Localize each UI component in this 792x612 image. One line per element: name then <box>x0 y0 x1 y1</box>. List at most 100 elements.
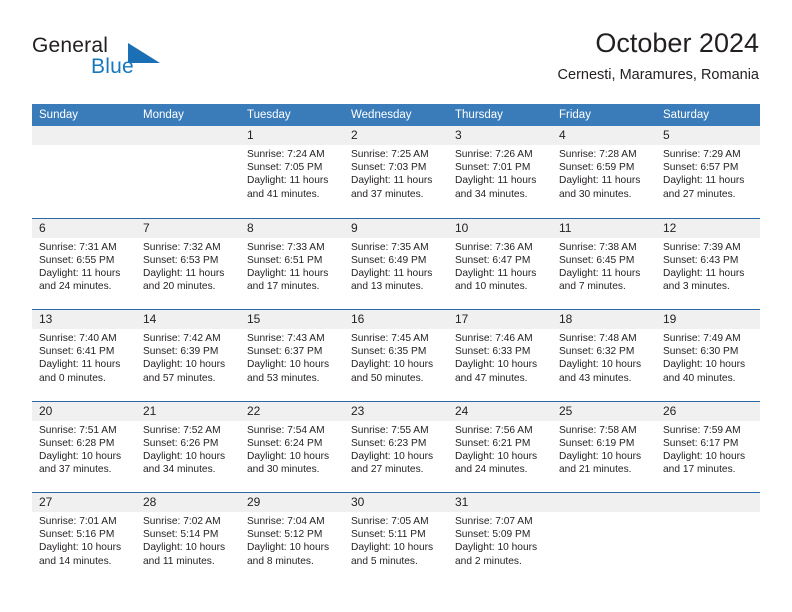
day-cell[interactable]: 3 Sunrise: 7:26 AM Sunset: 7:01 PM Dayli… <box>448 126 552 218</box>
day-number-band: 19 <box>656 310 760 329</box>
daylight-text-line1: Daylight: 10 hours <box>663 359 746 371</box>
day-info: Sunrise: 7:40 AM Sunset: 6:41 PM Dayligh… <box>32 329 136 385</box>
day-number-band: 27 <box>32 493 136 512</box>
day-number: 17 <box>455 312 469 326</box>
day-number-band: 21 <box>136 401 240 421</box>
daylight-text-line2: and 11 minutes. <box>143 555 215 567</box>
daylight-text-line2: and 21 minutes. <box>559 464 632 476</box>
sunset-text: Sunset: 5:09 PM <box>455 529 531 541</box>
day-cell[interactable]: 29 Sunrise: 7:04 AM Sunset: 5:12 PM Dayl… <box>240 493 344 584</box>
sunrise-text: Sunrise: 7:58 AM <box>559 424 637 436</box>
day-cell[interactable]: 5 Sunrise: 7:29 AM Sunset: 6:57 PM Dayli… <box>656 126 760 218</box>
daylight-text-line1: Daylight: 11 hours <box>559 267 641 279</box>
day-info: Sunrise: 7:28 AM Sunset: 6:59 PM Dayligh… <box>552 145 656 201</box>
day-cell[interactable]: 28 Sunrise: 7:02 AM Sunset: 5:14 PM Dayl… <box>136 493 240 584</box>
daylight-text-line1: Daylight: 10 hours <box>247 450 330 462</box>
day-cell[interactable]: 19 Sunrise: 7:49 AM Sunset: 6:30 PM Dayl… <box>656 310 760 401</box>
sunset-text: Sunset: 6:26 PM <box>143 437 219 449</box>
day-cell[interactable]: 1 Sunrise: 7:24 AM Sunset: 7:05 PM Dayli… <box>240 126 344 218</box>
day-cell[interactable]: 10 Sunrise: 7:36 AM Sunset: 6:47 PM Dayl… <box>448 218 552 309</box>
day-cell[interactable]: 9 Sunrise: 7:35 AM Sunset: 6:49 PM Dayli… <box>344 218 448 309</box>
daylight-text-line1: Daylight: 11 hours <box>143 267 225 279</box>
day-info: Sunrise: 7:58 AM Sunset: 6:19 PM Dayligh… <box>552 421 656 477</box>
sunset-text: Sunset: 6:35 PM <box>351 346 427 358</box>
daylight-text-line2: and 53 minutes. <box>247 372 320 384</box>
sunset-text: Sunset: 6:41 PM <box>39 346 115 358</box>
weekday-header-sunday: Sunday <box>39 109 79 121</box>
day-cell[interactable]: 11 Sunrise: 7:38 AM Sunset: 6:45 PM Dayl… <box>552 218 656 309</box>
weekday-header-friday: Friday <box>559 109 591 121</box>
daylight-text-line2: and 20 minutes. <box>143 281 216 293</box>
day-cell[interactable]: 12 Sunrise: 7:39 AM Sunset: 6:43 PM Dayl… <box>656 218 760 309</box>
day-number-band: 15 <box>240 310 344 329</box>
day-cell[interactable]: 23 Sunrise: 7:55 AM Sunset: 6:23 PM Dayl… <box>344 401 448 492</box>
day-info: Sunrise: 7:43 AM Sunset: 6:37 PM Dayligh… <box>240 329 344 385</box>
day-info: Sunrise: 7:26 AM Sunset: 7:01 PM Dayligh… <box>448 145 552 201</box>
sunset-text: Sunset: 6:45 PM <box>559 254 635 266</box>
sunrise-text: Sunrise: 7:51 AM <box>39 424 117 436</box>
daylight-text-line2: and 34 minutes. <box>143 464 216 476</box>
day-cell[interactable]: 6 Sunrise: 7:31 AM Sunset: 6:55 PM Dayli… <box>32 218 136 309</box>
day-cell[interactable]: 17 Sunrise: 7:46 AM Sunset: 6:33 PM Dayl… <box>448 310 552 401</box>
day-number-band: 1 <box>240 126 344 145</box>
day-number-band: 31 <box>448 493 552 512</box>
day-cell[interactable]: 15 Sunrise: 7:43 AM Sunset: 6:37 PM Dayl… <box>240 310 344 401</box>
day-number: 14 <box>143 312 157 326</box>
day-cell[interactable]: 8 Sunrise: 7:33 AM Sunset: 6:51 PM Dayli… <box>240 218 344 309</box>
daylight-text-line2: and 7 minutes. <box>559 281 626 293</box>
sunrise-text: Sunrise: 7:36 AM <box>455 241 533 253</box>
sunrise-text: Sunrise: 7:49 AM <box>663 333 741 344</box>
day-cell[interactable]: 26 Sunrise: 7:59 AM Sunset: 6:17 PM Dayl… <box>656 401 760 492</box>
brand-logo[interactable]: General Blue <box>32 34 212 86</box>
title-block: October 2024 Cernesti, Maramures, Romani… <box>558 28 759 84</box>
day-number: 20 <box>39 403 53 418</box>
sunrise-text: Sunrise: 7:32 AM <box>143 241 221 253</box>
day-cell[interactable]: 21 Sunrise: 7:52 AM Sunset: 6:26 PM Dayl… <box>136 401 240 492</box>
day-number: 13 <box>39 312 53 326</box>
day-number-band: 5 <box>656 126 760 145</box>
sunrise-text: Sunrise: 7:02 AM <box>143 516 221 527</box>
day-info: Sunrise: 7:55 AM Sunset: 6:23 PM Dayligh… <box>344 421 448 477</box>
day-cell[interactable]: 13 Sunrise: 7:40 AM Sunset: 6:41 PM Dayl… <box>32 310 136 401</box>
day-info: Sunrise: 7:45 AM Sunset: 6:35 PM Dayligh… <box>344 329 448 385</box>
sunset-text: Sunset: 6:17 PM <box>663 437 739 449</box>
day-number: 22 <box>247 403 261 418</box>
sunset-text: Sunset: 6:59 PM <box>559 162 635 174</box>
day-cell[interactable]: 24 Sunrise: 7:56 AM Sunset: 6:21 PM Dayl… <box>448 401 552 492</box>
day-cell[interactable]: 2 Sunrise: 7:25 AM Sunset: 7:03 PM Dayli… <box>344 126 448 218</box>
day-cell[interactable]: 25 Sunrise: 7:58 AM Sunset: 6:19 PM Dayl… <box>552 401 656 492</box>
day-number: 16 <box>351 312 365 326</box>
day-info: Sunrise: 7:42 AM Sunset: 6:39 PM Dayligh… <box>136 329 240 385</box>
daylight-text-line1: Daylight: 11 hours <box>663 175 745 187</box>
daylight-text-line1: Daylight: 11 hours <box>455 175 537 187</box>
daylight-text-line1: Daylight: 10 hours <box>143 359 226 371</box>
day-info: Sunrise: 7:56 AM Sunset: 6:21 PM Dayligh… <box>448 421 552 477</box>
daylight-text-line2: and 30 minutes. <box>247 464 320 476</box>
day-number-band: 12 <box>656 218 760 238</box>
daylight-text-line2: and 37 minutes. <box>39 464 112 476</box>
sunrise-text: Sunrise: 7:45 AM <box>351 333 429 344</box>
sunrise-text: Sunrise: 7:33 AM <box>247 241 325 253</box>
day-cell[interactable]: 27 Sunrise: 7:01 AM Sunset: 5:16 PM Dayl… <box>32 493 136 584</box>
day-cell[interactable]: 7 Sunrise: 7:32 AM Sunset: 6:53 PM Dayli… <box>136 218 240 309</box>
sunset-text: Sunset: 6:21 PM <box>455 437 531 449</box>
sunset-text: Sunset: 5:11 PM <box>351 529 426 541</box>
day-cell[interactable]: 30 Sunrise: 7:05 AM Sunset: 5:11 PM Dayl… <box>344 493 448 584</box>
daylight-text-line1: Daylight: 10 hours <box>247 542 330 554</box>
page-header: General Blue October 2024 Cernesti, Mara… <box>0 0 792 100</box>
daylight-text-line2: and 14 minutes. <box>39 555 112 567</box>
day-cell[interactable]: 4 Sunrise: 7:28 AM Sunset: 6:59 PM Dayli… <box>552 126 656 218</box>
day-cell[interactable]: 22 Sunrise: 7:54 AM Sunset: 6:24 PM Dayl… <box>240 401 344 492</box>
day-number-band: 29 <box>240 493 344 512</box>
day-cell[interactable]: 18 Sunrise: 7:48 AM Sunset: 6:32 PM Dayl… <box>552 310 656 401</box>
daylight-text-line2: and 10 minutes. <box>455 281 528 293</box>
day-cell[interactable]: 31 Sunrise: 7:07 AM Sunset: 5:09 PM Dayl… <box>448 493 552 584</box>
day-number-band: 8 <box>240 218 344 238</box>
day-cell[interactable]: 20 Sunrise: 7:51 AM Sunset: 6:28 PM Dayl… <box>32 401 136 492</box>
sunset-text: Sunset: 5:14 PM <box>143 529 219 541</box>
sunset-text: Sunset: 6:51 PM <box>247 254 323 266</box>
day-cell[interactable]: 16 Sunrise: 7:45 AM Sunset: 6:35 PM Dayl… <box>344 310 448 401</box>
daylight-text-line1: Daylight: 11 hours <box>455 267 537 279</box>
day-number: 12 <box>663 220 677 235</box>
day-cell[interactable]: 14 Sunrise: 7:42 AM Sunset: 6:39 PM Dayl… <box>136 310 240 401</box>
